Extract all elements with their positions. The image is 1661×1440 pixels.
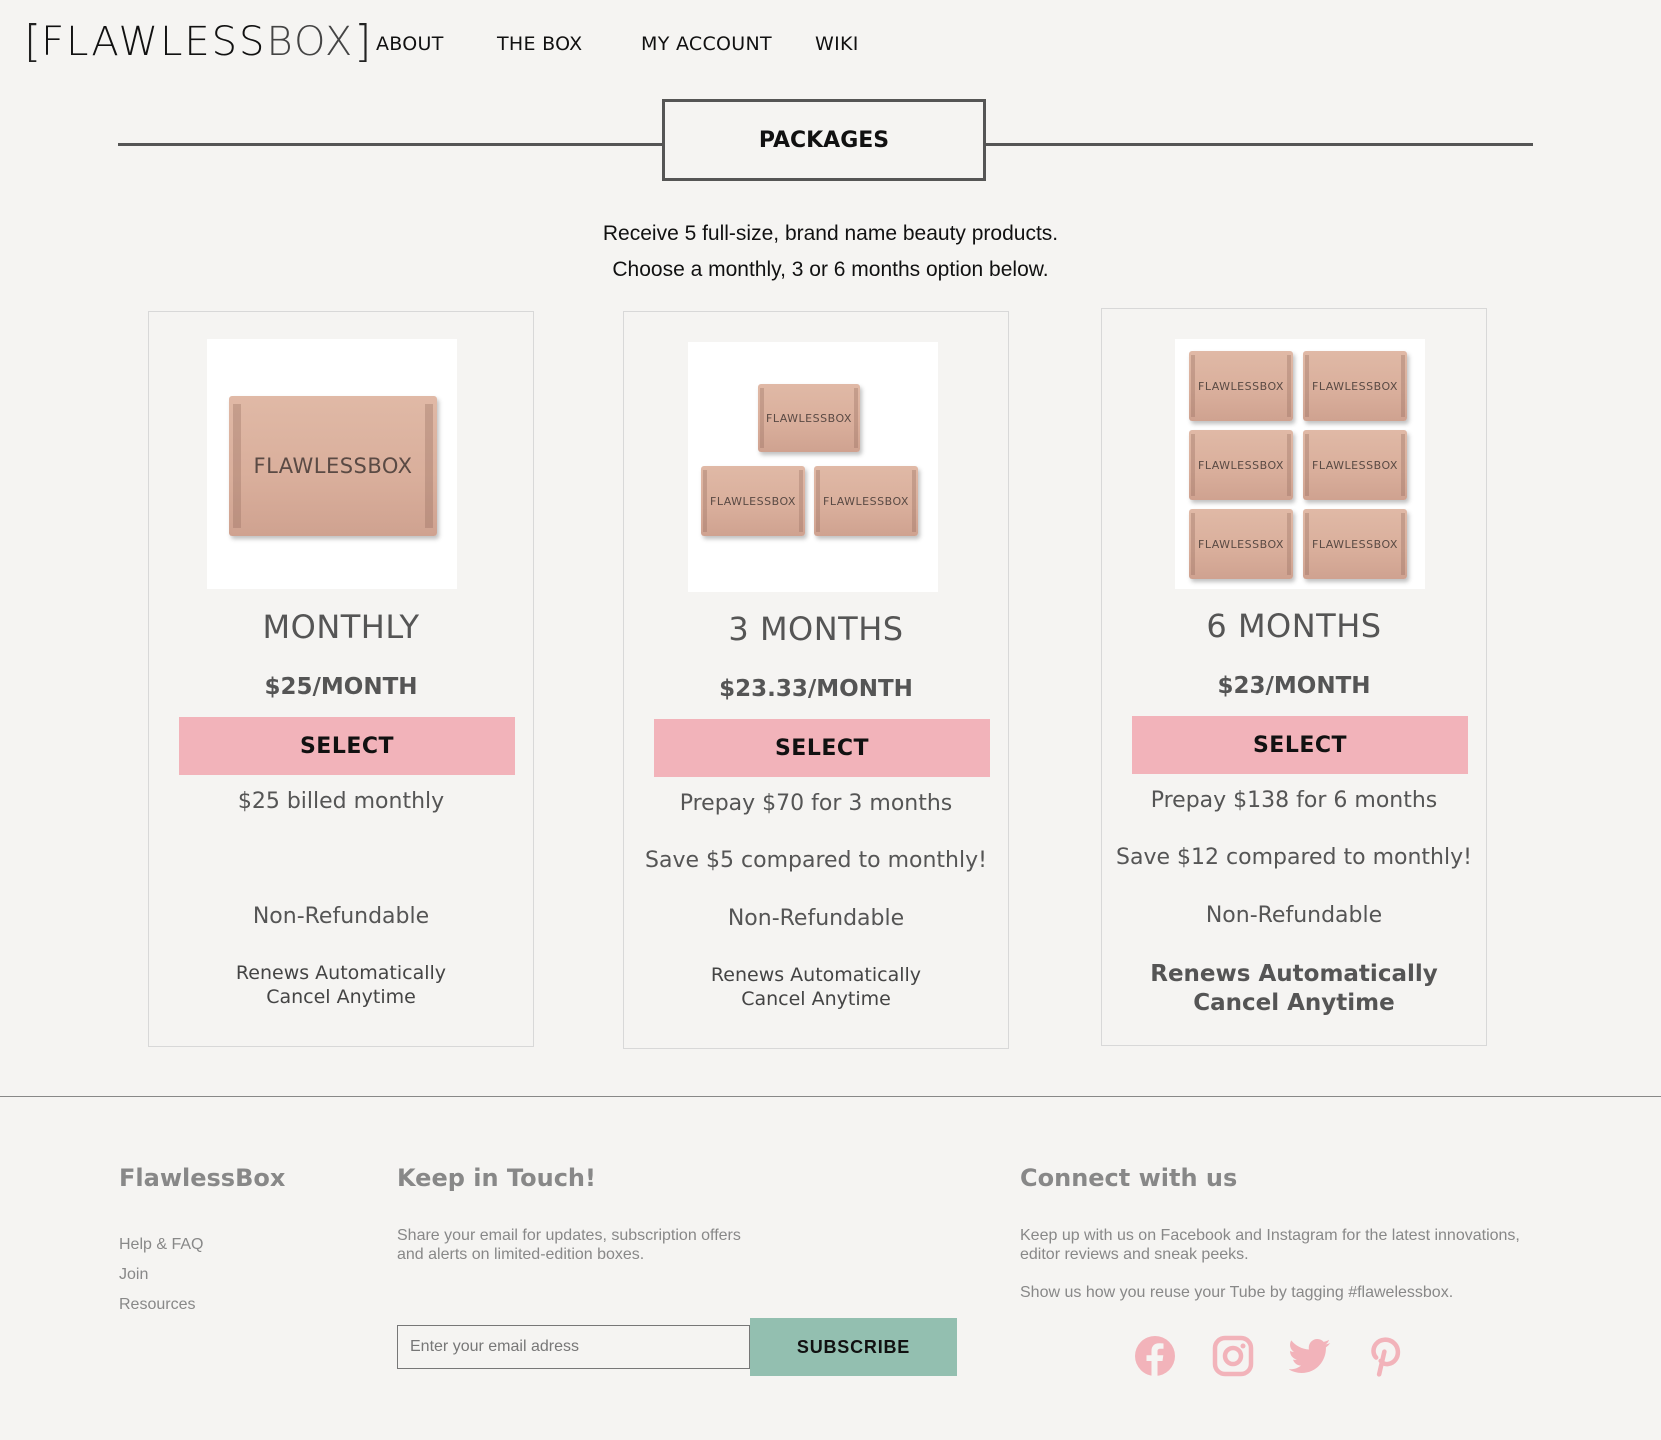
intro-line-2: Choose a monthly, 3 or 6 months option b…: [612, 258, 1049, 281]
box-graphic-label: FLAWLESSBOX: [1312, 379, 1398, 393]
box-graphic-label: FLAWLESSBOX: [1198, 458, 1284, 472]
plan-billing: $25 billed monthly: [237, 789, 445, 814]
connect-title: Connect with us: [1020, 1164, 1238, 1192]
keep-in-touch-text: Share your email for updates, subscripti…: [397, 1226, 741, 1264]
plan-card-3-months: FLAWLESSBOX FLAWLESSBOX FLAWLESSBOX 3 MO…: [623, 311, 1009, 1049]
heading-rule-right: [985, 143, 1533, 146]
nav-the-box[interactable]: THE BOX: [497, 33, 583, 55]
logo-text-light: BOX: [266, 19, 355, 65]
box-graphic-label: FLAWLESSBOX: [253, 454, 413, 478]
keep-in-touch-line-1: Share your email for updates, subscripti…: [397, 1227, 741, 1244]
box-graphic: FLAWLESSBOX: [701, 466, 805, 536]
plan-renew: Renews Automatically Cancel Anytime: [1102, 960, 1486, 1018]
pinterest-icon[interactable]: [1366, 1335, 1408, 1377]
flawlessbox-logo[interactable]: [ FLAWLESSBOX ]: [24, 16, 371, 67]
plan-name: 6 MONTHS: [1206, 607, 1382, 645]
plan-billing: Prepay $138 for 6 months: [1150, 788, 1438, 813]
connect-line-3: Show us how you reuse your Tube by taggi…: [1020, 1284, 1454, 1301]
plan-refund: Non-Refundable: [1205, 903, 1383, 928]
instagram-icon[interactable]: [1212, 1335, 1254, 1377]
twitter-icon[interactable]: [1288, 1335, 1331, 1377]
logo-bracket-left: [: [24, 16, 42, 67]
nav-about[interactable]: ABOUT: [376, 33, 444, 55]
box-graphic-label: FLAWLESSBOX: [1312, 537, 1398, 551]
monthly-box-image: FLAWLESSBOX: [207, 339, 457, 589]
box-graphic-label: FLAWLESSBOX: [710, 494, 796, 508]
select-6-months-button[interactable]: SELECT: [1132, 716, 1468, 774]
nav-wiki[interactable]: WIKI: [815, 33, 859, 55]
three-months-box-image: FLAWLESSBOX FLAWLESSBOX FLAWLESSBOX: [688, 342, 938, 592]
plan-refund: Non-Refundable: [727, 906, 905, 931]
renew-text: Renews Automatically: [1150, 961, 1438, 987]
box-graphic-label: FLAWLESSBOX: [1198, 537, 1284, 551]
box-graphic: FLAWLESSBOX: [814, 466, 918, 536]
cancel-text: Cancel Anytime: [1193, 990, 1395, 1016]
select-monthly-button[interactable]: SELECT: [179, 717, 515, 775]
keep-in-touch-line-2: and alerts on limited-edition boxes.: [397, 1246, 645, 1263]
box-graphic: FLAWLESSBOX: [1303, 509, 1407, 579]
plan-card-monthly: FLAWLESSBOX MONTHLY $25/MONTH SELECT $25…: [148, 311, 534, 1047]
nav-my-account[interactable]: MY ACCOUNT: [641, 33, 772, 55]
footer-brand-title: FlawlessBox: [119, 1164, 286, 1192]
box-graphic: FLAWLESSBOX: [1303, 351, 1407, 421]
plan-price: $23.33/MONTH: [719, 676, 913, 702]
connect-line-2: editor reviews and sneak peeks.: [1020, 1246, 1249, 1263]
cancel-text: Cancel Anytime: [266, 986, 416, 1008]
logo-text-main: FLAWLESS: [41, 19, 267, 65]
box-graphic: FLAWLESSBOX: [1303, 430, 1407, 500]
footer-link-join[interactable]: Join: [119, 1266, 148, 1284]
email-input[interactable]: [397, 1325, 750, 1369]
keep-in-touch-title: Keep in Touch!: [397, 1164, 596, 1192]
box-graphic-label: FLAWLESSBOX: [823, 494, 909, 508]
logo-bracket-right: ]: [354, 16, 372, 67]
plan-renew: Renews Automatically Cancel Anytime: [624, 963, 1008, 1011]
plan-billing: Prepay $70 for 3 months: [679, 791, 953, 816]
plan-price: $23/MONTH: [1217, 673, 1371, 699]
plan-savings: Save $12 compared to monthly!: [1116, 845, 1472, 870]
select-3-months-button[interactable]: SELECT: [654, 719, 990, 777]
connect-line-1: Keep up with us on Facebook and Instagra…: [1020, 1227, 1520, 1244]
box-graphic: FLAWLESSBOX: [229, 396, 437, 536]
plan-savings: Save $5 compared to monthly!: [645, 848, 987, 873]
plan-renew: Renews Automatically Cancel Anytime: [149, 961, 533, 1009]
facebook-icon[interactable]: [1134, 1335, 1176, 1377]
box-graphic: FLAWLESSBOX: [1189, 509, 1293, 579]
six-months-box-image: FLAWLESSBOX FLAWLESSBOX FLAWLESSBOX FLAW…: [1175, 339, 1425, 589]
box-graphic: FLAWLESSBOX: [1189, 351, 1293, 421]
plan-card-6-months: FLAWLESSBOX FLAWLESSBOX FLAWLESSBOX FLAW…: [1101, 308, 1487, 1046]
packages-heading: PACKAGES: [662, 99, 986, 181]
connect-text: Keep up with us on Facebook and Instagra…: [1020, 1226, 1520, 1302]
footer-link-resources[interactable]: Resources: [119, 1296, 195, 1314]
box-graphic-label: FLAWLESSBOX: [766, 411, 852, 425]
box-graphic: FLAWLESSBOX: [758, 384, 860, 452]
footer-divider: [0, 1096, 1661, 1097]
box-graphic: FLAWLESSBOX: [1189, 430, 1293, 500]
renew-text: Renews Automatically: [710, 964, 922, 986]
plan-name: 3 MONTHS: [728, 610, 904, 648]
box-graphic-label: FLAWLESSBOX: [1312, 458, 1398, 472]
heading-rule-left: [118, 143, 663, 146]
plan-name: MONTHLY: [262, 608, 420, 646]
cancel-text: Cancel Anytime: [741, 988, 891, 1010]
intro-line-1: Receive 5 full-size, brand name beauty p…: [602, 222, 1059, 245]
box-graphic-label: FLAWLESSBOX: [1198, 379, 1284, 393]
logo-text: FLAWLESSBOX: [41, 20, 354, 64]
plan-refund: Non-Refundable: [252, 904, 430, 929]
plan-price: $25/MONTH: [264, 674, 418, 700]
footer-link-help-faq[interactable]: Help & FAQ: [119, 1236, 203, 1254]
subscribe-button[interactable]: SUBSCRIBE: [750, 1318, 957, 1376]
renew-text: Renews Automatically: [235, 962, 447, 984]
